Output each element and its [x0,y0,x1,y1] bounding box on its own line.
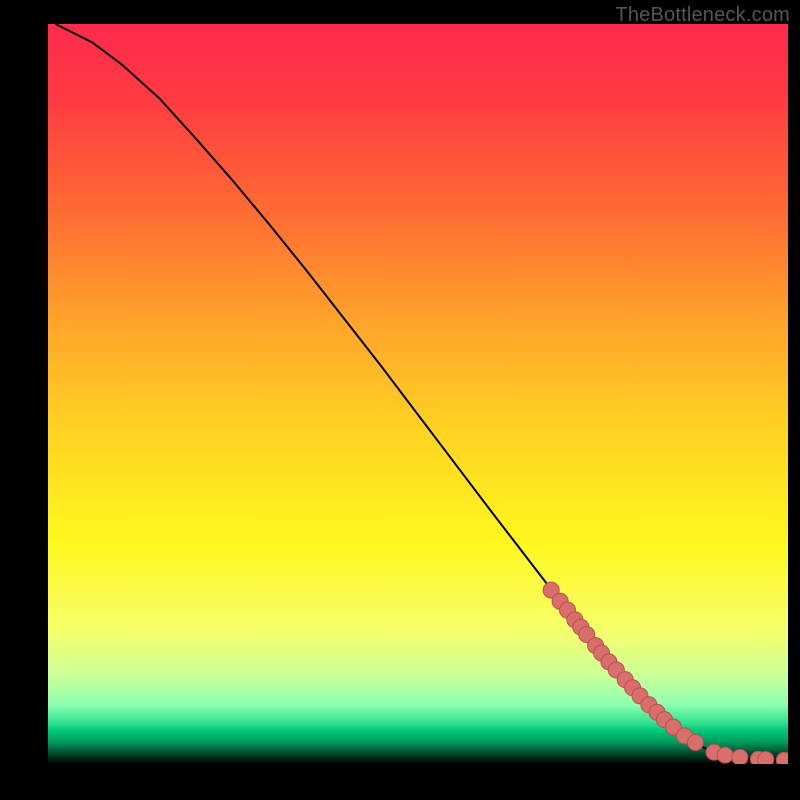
watermark-text: TheBottleneck.com [615,4,790,27]
data-point [717,747,733,763]
data-point [758,752,774,764]
data-point [732,749,748,764]
gradient-background [48,24,788,764]
chart-stage: TheBottleneck.com [0,0,800,800]
data-point [688,735,704,751]
plot-svg [48,24,788,764]
plot-area [48,24,788,764]
